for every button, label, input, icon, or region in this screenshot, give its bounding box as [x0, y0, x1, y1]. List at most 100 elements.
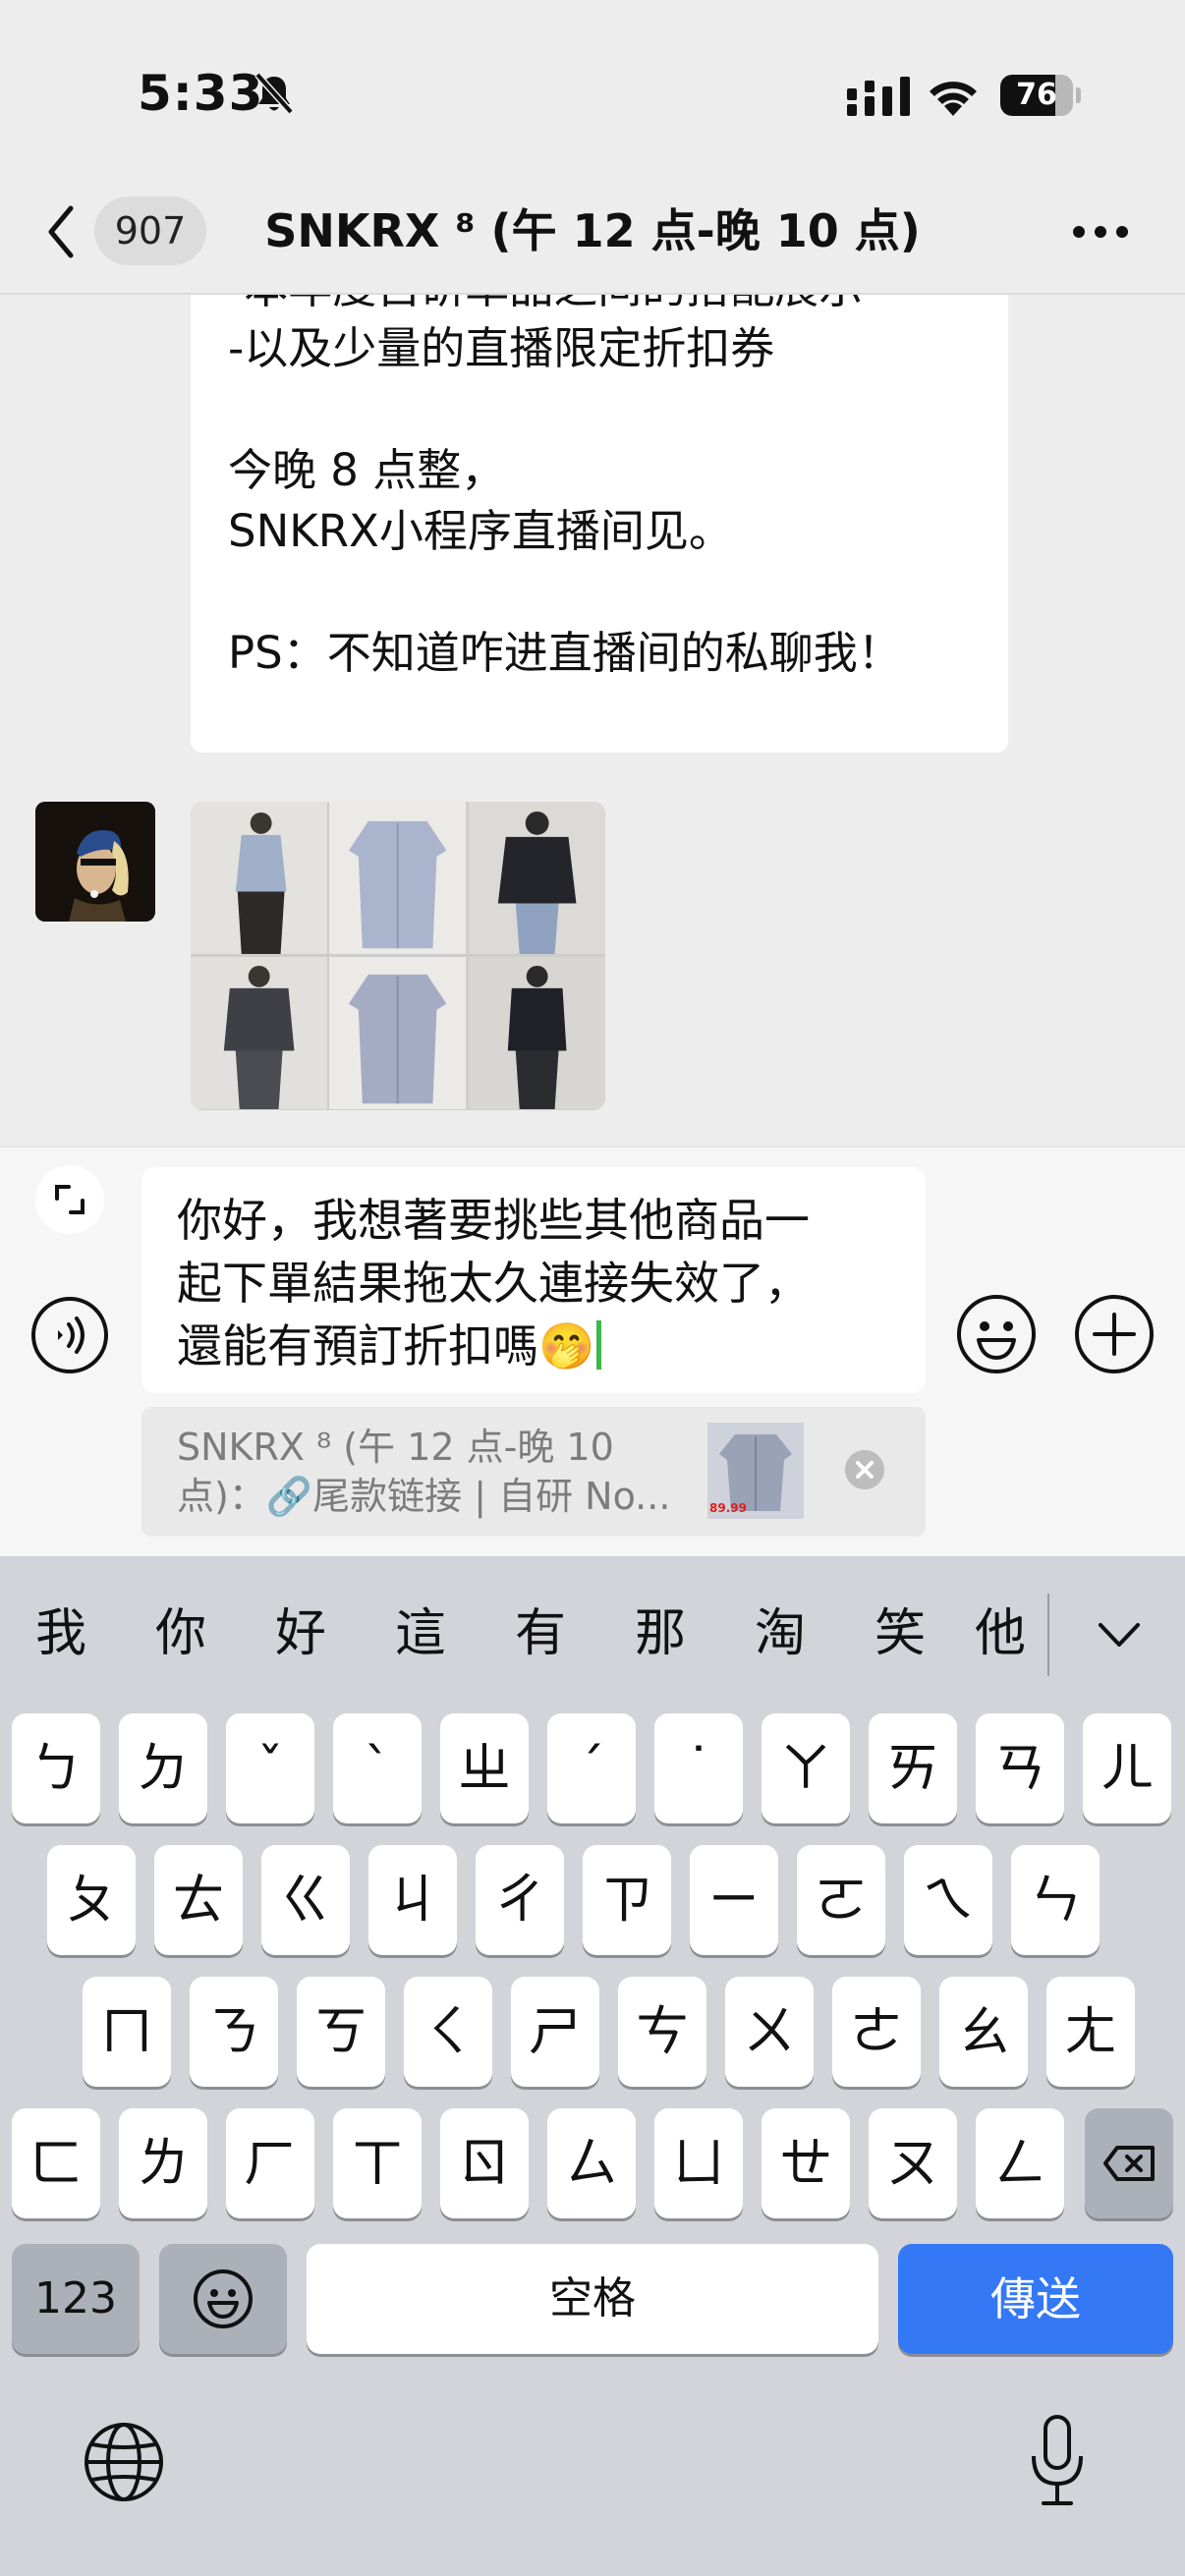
key-ㄠ[interactable]: ㄠ [939, 1977, 1028, 2087]
key-ㄒ[interactable]: ㄒ [333, 2108, 422, 2218]
numbers-key[interactable]: 123 [12, 2244, 140, 2354]
delete-key[interactable] [1085, 2108, 1173, 2218]
battery-level: 76 [1016, 78, 1057, 112]
key-ˊ[interactable]: ˊ [547, 1713, 636, 1823]
candidate-word[interactable]: 那 [621, 1599, 700, 1668]
emoji-key[interactable] [159, 2244, 287, 2354]
key-ㄖ[interactable]: ㄖ [440, 2108, 529, 2218]
key-ㄊ[interactable]: ㄊ [154, 1845, 243, 1955]
message-line: -以及少量的直播限定折扣券 [228, 322, 775, 374]
key-ㄏ[interactable]: ㄏ [226, 2108, 314, 2218]
key-ㄕ[interactable]: ㄕ [511, 1977, 599, 2087]
key-ㄡ[interactable]: ㄡ [869, 2108, 957, 2218]
sender-avatar[interactable] [35, 802, 155, 922]
status-time: 5:33 [138, 65, 264, 122]
key-ㄩ[interactable]: ㄩ [654, 2108, 743, 2218]
candidate-word[interactable]: 淘 [741, 1599, 819, 1668]
key-ㄜ[interactable]: ㄜ [832, 1977, 921, 2087]
text-cursor [596, 1320, 602, 1370]
candidate-word[interactable]: 我 [22, 1599, 100, 1668]
product-photo[interactable] [191, 802, 328, 955]
key-ㄣ[interactable]: ㄣ [1011, 1845, 1100, 1955]
key-ㄓ[interactable]: ㄓ [440, 1713, 529, 1823]
candidate-word[interactable]: 好 [261, 1599, 340, 1668]
message-line: PS：不知道咋进直播间的私聊我！ [228, 627, 902, 679]
key-ㄟ[interactable]: ㄟ [904, 1845, 992, 1955]
mic-icon[interactable] [1026, 2411, 1089, 2509]
key-ㄅ[interactable]: ㄅ [12, 1713, 100, 1823]
key-ㄚ[interactable]: ㄚ [762, 1713, 850, 1823]
chat-messages[interactable]: -本年度自研单品之间的搭配展示 -以及少量的直播限定折扣券 今晚 8 点整， S… [0, 295, 1185, 1146]
bell-slash-icon [254, 72, 294, 115]
product-photo[interactable] [191, 957, 328, 1110]
key-ˇ[interactable]: ˇ [226, 1713, 314, 1823]
space-key[interactable]: 空格 [307, 2244, 878, 2354]
candidate-word[interactable]: 這 [381, 1599, 460, 1668]
candidate-word[interactable]: 有 [501, 1599, 580, 1668]
message-input[interactable]: 你好，我想著要挑些其他商品一 起下單結果拖太久連接失效了， 還能有預訂折扣嗎🤭 [141, 1167, 926, 1393]
key-ㄆ[interactable]: ㄆ [47, 1845, 136, 1955]
wifi-icon [930, 82, 977, 116]
chevron-left-icon[interactable] [43, 202, 83, 261]
message-bubble[interactable]: -本年度自研单品之间的搭配展示 -以及少量的直播限定折扣券 今晚 8 点整， S… [191, 295, 1008, 753]
back-unread-count[interactable]: 907 [94, 196, 206, 265]
key-ㄙ[interactable]: ㄙ [547, 2108, 636, 2218]
signal-icon [847, 77, 910, 116]
candidate-word[interactable]: 你 [141, 1599, 220, 1668]
key-ㄐ[interactable]: ㄐ [368, 1845, 457, 1955]
key-ㄗ[interactable]: ㄗ [583, 1845, 671, 1955]
message-line: 今晚 8 点整， [228, 444, 506, 496]
quote-line: 点)：🔗尾款链接 | 自研 No... [177, 1475, 671, 1518]
key-ㄨ[interactable]: ㄨ [725, 1977, 814, 2087]
key-ㄈ[interactable]: ㄈ [12, 2108, 100, 2218]
battery-indicator: 76 [1000, 75, 1081, 116]
plus-icon[interactable] [1073, 1293, 1156, 1375]
key-ㄧ[interactable]: ㄧ [690, 1845, 778, 1955]
key-ㄝ[interactable]: ㄝ [762, 2108, 850, 2218]
key-ㄔ[interactable]: ㄔ [476, 1845, 564, 1955]
quote-price: 89.99 [709, 1501, 747, 1515]
emoji-icon [194, 2269, 253, 2328]
expand-icon[interactable] [35, 1165, 104, 1234]
key-ㄉ[interactable]: ㄉ [119, 1713, 207, 1823]
product-photo[interactable] [468, 957, 605, 1110]
chevron-down-icon[interactable] [1095, 1615, 1144, 1654]
key-ㄥ[interactable]: ㄥ [976, 2108, 1064, 2218]
message-line [228, 379, 971, 440]
quote-thumbnail: 89.99 [707, 1423, 804, 1519]
key-ㄎ[interactable]: ㄎ [297, 1977, 385, 2087]
voice-icon[interactable] [29, 1295, 110, 1375]
key-ㄦ[interactable]: ㄦ [1083, 1713, 1171, 1823]
input-line: 還能有預訂折扣嗎🤭 [177, 1319, 595, 1372]
input-line: 起下單結果拖太久連接失效了， [177, 1257, 810, 1310]
key-ㄤ[interactable]: ㄤ [1046, 1977, 1135, 2087]
key-ㄑ[interactable]: ㄑ [404, 1977, 492, 2087]
quoted-message[interactable]: SNKRX ⁸ (午 12 点-晚 10 点)：🔗尾款链接 | 自研 No...… [141, 1407, 926, 1537]
key-ㄍ[interactable]: ㄍ [261, 1845, 350, 1955]
key-ㄘ[interactable]: ㄘ [618, 1977, 706, 2087]
more-icon[interactable] [1071, 222, 1130, 242]
status-bar: 5:33 76 [0, 0, 1185, 187]
keyboard: 我你好這有那淘笑他 ㄅㄉ ˇ ˋ ㄓ ˊ ˙ ㄚㄞㄢㄦㄆㄊㄍㄐㄔㄗㄧㄛㄟㄣㄇㄋㄎㄑㄕㄘㄨㄜㄠ… [0, 1556, 1185, 2576]
key-ㄌ[interactable]: ㄌ [119, 2108, 207, 2218]
key-ㄇ[interactable]: ㄇ [83, 1977, 171, 2087]
product-photo[interactable] [329, 802, 467, 955]
key-ㄢ[interactable]: ㄢ [976, 1713, 1064, 1823]
close-icon[interactable] [845, 1450, 884, 1489]
emoji-icon[interactable] [955, 1293, 1038, 1375]
product-photo[interactable] [468, 802, 605, 955]
candidate-bar: 我你好這有那淘笑他 [0, 1556, 1185, 1704]
key-ㄛ[interactable]: ㄛ [797, 1845, 885, 1955]
message-line [228, 562, 971, 623]
image-grid[interactable] [191, 802, 605, 1110]
key-ㄋ[interactable]: ㄋ [190, 1977, 278, 2087]
candidate-word[interactable]: 他 [961, 1599, 1040, 1668]
key-˙[interactable]: ˙ [654, 1713, 743, 1823]
globe-icon[interactable] [83, 2421, 165, 2503]
message-line: -本年度自研单品之间的搭配展示 [228, 295, 971, 318]
candidate-word[interactable]: 笑 [861, 1599, 939, 1668]
key-ˋ[interactable]: ˋ [333, 1713, 422, 1823]
send-key[interactable]: 傳送 [898, 2244, 1173, 2354]
product-photo[interactable] [329, 957, 467, 1110]
key-ㄞ[interactable]: ㄞ [869, 1713, 957, 1823]
